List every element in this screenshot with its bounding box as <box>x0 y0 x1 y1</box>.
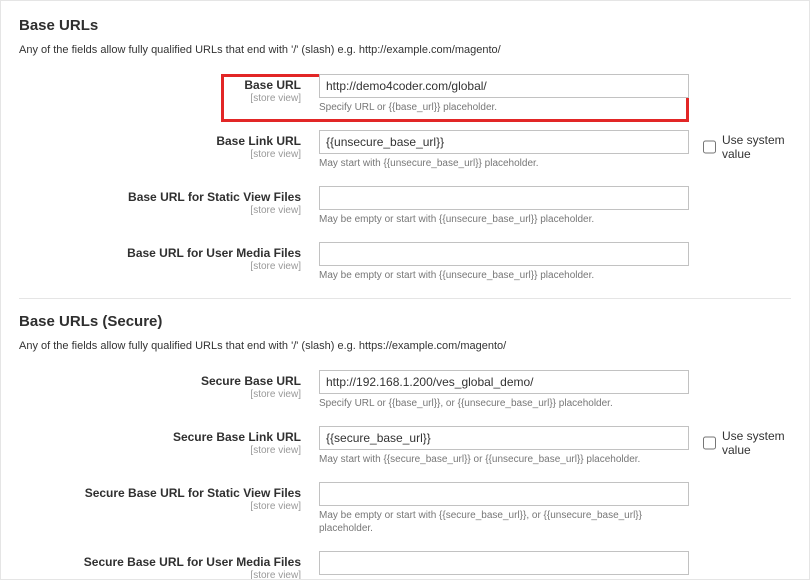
input-base-url-static[interactable] <box>319 186 689 210</box>
input-secure-base-url[interactable] <box>319 370 689 394</box>
scope-base-link-url: [store view] <box>19 149 301 161</box>
scope-secure-base-url-static: [store view] <box>19 501 301 513</box>
section-title-base-urls: Base URLs <box>19 17 791 34</box>
field-row-secure-base-url: Secure Base URL [store view] Specify URL… <box>19 370 791 410</box>
field-row-base-url: Base URL [store view] Specify URL or {{b… <box>19 74 791 114</box>
input-base-link-url[interactable] <box>319 130 689 154</box>
scope-secure-base-link-url: [store view] <box>19 445 301 457</box>
use-system-value-secure-base-link-url[interactable]: Use system value <box>703 429 791 457</box>
scope-base-url: [store view] <box>19 93 301 105</box>
label-use-system-value: Use system value <box>722 429 791 457</box>
help-secure-base-link-url: May start with {{secure_base_url}} or {{… <box>319 453 689 466</box>
label-base-url-media: Base URL for User Media Files <box>19 246 301 260</box>
help-secure-base-url-static: May be empty or start with {{secure_base… <box>319 509 689 535</box>
section-divider <box>19 298 791 299</box>
label-base-link-url: Base Link URL <box>19 134 301 148</box>
label-secure-base-url-media: Secure Base URL for User Media Files <box>19 555 301 569</box>
scope-secure-base-url: [store view] <box>19 389 301 401</box>
input-secure-base-url-media[interactable] <box>319 551 689 575</box>
label-use-system-value: Use system value <box>722 133 791 161</box>
section-title-base-urls-secure: Base URLs (Secure) <box>19 313 791 330</box>
input-secure-base-link-url[interactable] <box>319 426 689 450</box>
scope-base-url-media: [store view] <box>19 261 301 273</box>
field-row-base-url-static: Base URL for Static View Files [store vi… <box>19 186 791 226</box>
field-row-secure-base-url-media: Secure Base URL for User Media Files [st… <box>19 551 791 580</box>
input-secure-base-url-static[interactable] <box>319 482 689 506</box>
field-row-secure-base-url-static: Secure Base URL for Static View Files [s… <box>19 482 791 535</box>
label-base-url-static: Base URL for Static View Files <box>19 190 301 204</box>
input-base-url[interactable] <box>319 74 689 98</box>
label-secure-base-url-static: Secure Base URL for Static View Files <box>19 486 301 500</box>
help-base-url-static: May be empty or start with {{unsecure_ba… <box>319 213 689 226</box>
checkbox-use-system-value-secure-base-link-url[interactable] <box>703 436 716 450</box>
section-desc-base-urls: Any of the fields allow fully qualified … <box>19 44 791 56</box>
label-secure-base-url: Secure Base URL <box>19 374 301 388</box>
scope-secure-base-url-media: [store view] <box>19 570 301 580</box>
field-row-base-link-url: Base Link URL [store view] May start wit… <box>19 130 791 170</box>
section-desc-base-urls-secure: Any of the fields allow fully qualified … <box>19 340 791 352</box>
use-system-value-base-link-url[interactable]: Use system value <box>703 133 791 161</box>
label-secure-base-link-url: Secure Base Link URL <box>19 430 301 444</box>
config-page: Base URLs Any of the fields allow fully … <box>0 0 810 580</box>
field-row-secure-base-link-url: Secure Base Link URL [store view] May st… <box>19 426 791 466</box>
help-base-url-media: May be empty or start with {{unsecure_ba… <box>319 269 689 282</box>
input-base-url-media[interactable] <box>319 242 689 266</box>
scope-base-url-static: [store view] <box>19 205 301 217</box>
help-base-url: Specify URL or {{base_url}} placeholder. <box>319 101 689 114</box>
field-row-base-url-media: Base URL for User Media Files [store vie… <box>19 242 791 282</box>
help-secure-base-url: Specify URL or {{base_url}}, or {{unsecu… <box>319 397 689 410</box>
checkbox-use-system-value-base-link-url[interactable] <box>703 140 716 154</box>
help-base-link-url: May start with {{unsecure_base_url}} pla… <box>319 157 689 170</box>
label-base-url: Base URL <box>19 78 301 92</box>
